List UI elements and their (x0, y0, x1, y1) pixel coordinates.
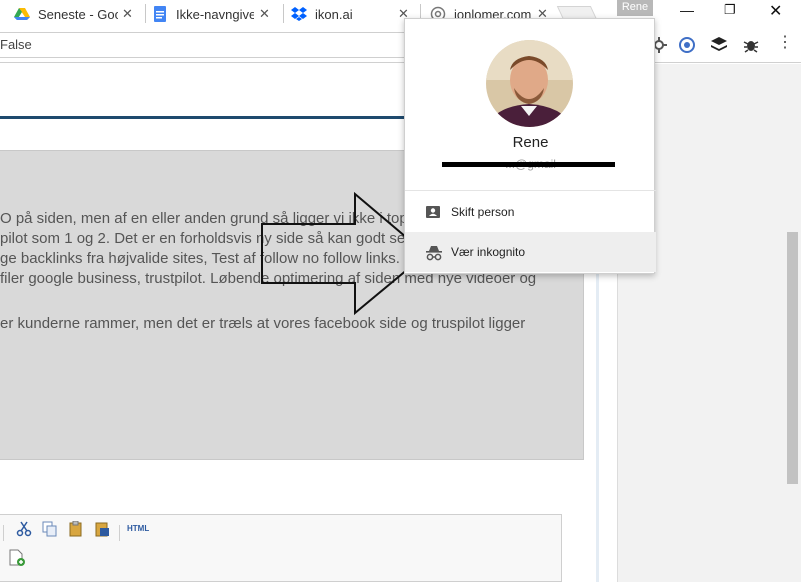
profile-name: Rene (512, 134, 549, 151)
menu-item-label: Vær inkognito (451, 245, 526, 259)
paste-word-icon[interactable] (94, 521, 110, 540)
restore-icon[interactable]: ❐ (724, 2, 736, 18)
menu-divider (405, 190, 656, 191)
close-tab-icon[interactable]: ✕ (122, 6, 133, 22)
minimize-icon[interactable]: — (680, 2, 694, 18)
page-content: O på siden, men af en eller anden grund … (0, 64, 801, 582)
cut-icon[interactable] (16, 521, 32, 540)
close-window-icon[interactable]: ✕ (769, 1, 782, 21)
profile-chip[interactable]: Rene (617, 0, 653, 16)
tab-docs[interactable]: Ikke-navngivet ✕ (152, 1, 282, 27)
menu-item-switch-person[interactable]: Skift person (405, 192, 656, 232)
tab-title: Seneste - Goo (38, 6, 118, 22)
menu-item-label: Skift person (451, 205, 515, 219)
tab-dropbox[interactable]: ikon.ai ✕ (291, 1, 416, 27)
dropbox-icon (291, 6, 307, 22)
tab-title: ikon.ai (315, 6, 353, 22)
scrollbar-thumb[interactable] (787, 232, 798, 484)
profile-menu: Rene ...@gmail Skift person Vær inkognit… (404, 18, 656, 274)
new-page-icon[interactable] (8, 549, 26, 570)
editor-toolbar: HTML (0, 514, 562, 582)
toolbar: False ⋮ (0, 27, 801, 63)
profile-avatar (486, 40, 573, 127)
tab-title: Ikke-navngivet (176, 6, 254, 22)
close-tab-icon[interactable]: ✕ (259, 6, 270, 22)
email-redaction-bar (442, 162, 615, 167)
layers-extension-icon[interactable] (710, 36, 728, 54)
tab-google-drive[interactable]: Seneste - Goo ✕ (14, 1, 142, 27)
copy-icon[interactable] (42, 521, 58, 540)
person-card-icon (425, 204, 441, 220)
incognito-icon (425, 244, 442, 261)
bug-extension-icon[interactable] (742, 36, 760, 54)
tab-strip: Seneste - Goo ✕ Ikke-navngivet ✕ ikon.ai… (0, 0, 801, 27)
google-drive-icon (14, 6, 30, 22)
html-source-button[interactable]: HTML (127, 524, 149, 533)
menu-item-incognito[interactable]: Vær inkognito (405, 232, 656, 272)
paste-icon[interactable] (68, 520, 84, 540)
google-docs-icon (152, 6, 168, 22)
paragraph-line: er kunderne rammer, men det er træls at … (0, 315, 526, 332)
annotation-arrow-icon (261, 192, 428, 316)
blue-circle-extension-icon[interactable] (678, 36, 696, 54)
menu-icon[interactable]: ⋮ (777, 32, 795, 51)
